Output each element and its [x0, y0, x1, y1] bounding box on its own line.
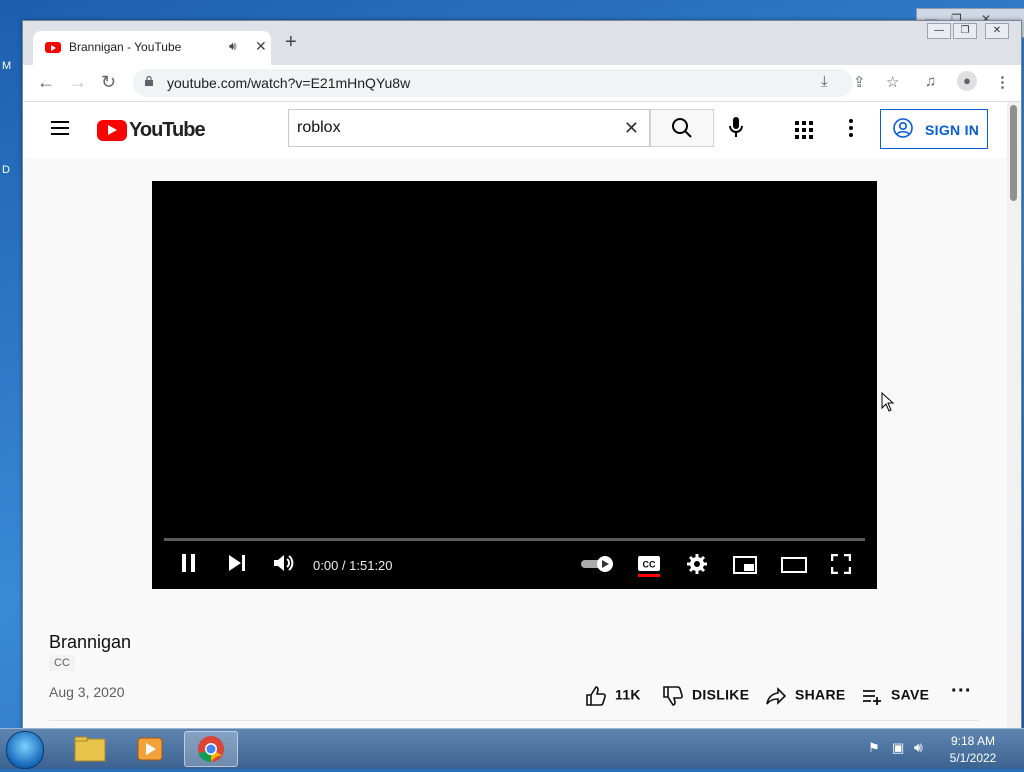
miniplayer-icon[interactable]: [733, 555, 757, 575]
share-button[interactable]: SHARE: [765, 685, 846, 707]
next-video-icon[interactable]: [227, 553, 247, 573]
search-icon: [672, 118, 692, 138]
account-icon: [893, 118, 913, 138]
like-count: 11K: [615, 686, 641, 703]
minimize-button[interactable]: —: [927, 23, 951, 39]
apps-grid-icon[interactable]: [795, 121, 813, 139]
youtube-wordmark: YouTube: [129, 119, 206, 141]
like-button[interactable]: 11K: [585, 685, 641, 707]
cc-badge: CC: [49, 655, 75, 671]
tab-strip: Brannigan - YouTube 🔊︎ ✕ + — ❐ ✕: [23, 21, 1021, 65]
url-text: youtube.com/watch?v=E21mHnQYu8w: [167, 75, 411, 91]
settings-more-icon[interactable]: [849, 119, 853, 140]
sign-in-button[interactable]: SIGN IN: [880, 109, 988, 149]
pause-icon[interactable]: [180, 553, 198, 573]
profile-icon[interactable]: ●: [957, 71, 977, 91]
browser-menu-icon[interactable]: ⋮: [995, 73, 1010, 91]
search-input[interactable]: [295, 116, 619, 140]
reload-button[interactable]: ↻: [101, 72, 116, 92]
more-actions-icon[interactable]: ···: [951, 680, 972, 703]
save-label: SAVE: [891, 686, 930, 703]
search-button[interactable]: [650, 109, 714, 147]
upload-date: Aug 3, 2020: [49, 684, 125, 700]
start-button[interactable]: [6, 731, 44, 769]
taskbar-media-player[interactable]: [124, 731, 176, 767]
share-arrow-icon: [766, 687, 787, 705]
install-icon[interactable]: ⤓: [821, 73, 828, 90]
autoplay-toggle[interactable]: [581, 556, 617, 572]
media-control-icon[interactable]: ♫: [925, 73, 936, 90]
browser-window: Brannigan - YouTube 🔊︎ ✕ + — ❐ ✕ ← → ↻ y…: [22, 20, 1022, 730]
settings-gear-icon[interactable]: [686, 553, 708, 575]
time-display: 0:00 / 1:51:20: [313, 558, 393, 573]
volume-tray-icon[interactable]: 🔊︎: [914, 739, 923, 756]
progress-bar[interactable]: [164, 538, 865, 541]
clock-time[interactable]: 9:18 AM: [938, 734, 1008, 748]
network-icon[interactable]: ▣: [892, 740, 904, 756]
scrollbar-thumb[interactable]: [1010, 105, 1017, 201]
dislike-button[interactable]: DISLIKE: [662, 685, 749, 707]
youtube-play-icon: [97, 120, 127, 141]
clear-search-icon[interactable]: ✕: [624, 118, 639, 139]
media-player-icon: [137, 737, 163, 761]
youtube-favicon-icon: [45, 42, 61, 53]
window-close-button[interactable]: ✕: [985, 23, 1009, 39]
address-toolbar: ← → ↻ youtube.com/watch?v=E21mHnQYu8w ⤓ …: [23, 65, 1021, 102]
microphone-icon[interactable]: [729, 117, 743, 139]
chrome-icon: [198, 736, 224, 763]
maximize-button[interactable]: ❐: [953, 23, 977, 39]
new-tab-button[interactable]: +: [285, 32, 297, 52]
bookmark-star-icon[interactable]: ☆: [886, 73, 899, 91]
theater-mode-icon[interactable]: [781, 556, 807, 574]
action-center-flag-icon[interactable]: ⚑: [868, 740, 880, 756]
youtube-masthead: YouTube ✕: [23, 102, 1007, 158]
search-box: ✕: [288, 109, 650, 147]
video-title: Brannigan: [49, 632, 132, 652]
video-player[interactable]: 0:00 / 1:51:20 CC: [152, 181, 877, 589]
youtube-page: YouTube ✕: [23, 102, 1021, 729]
address-bar[interactable]: youtube.com/watch?v=E21mHnQYu8w: [133, 69, 853, 97]
taskbar-chrome[interactable]: [184, 731, 238, 767]
desktop-icon-label[interactable]: M: [2, 60, 11, 72]
tab-title: Brannigan - YouTube: [69, 40, 182, 54]
system-tray: ⚑ ▣ 🔊︎ 9:18 AM 5/1/2022: [862, 729, 1024, 769]
captions-icon[interactable]: CC: [637, 555, 661, 577]
divider: [49, 720, 979, 721]
save-button[interactable]: SAVE: [861, 685, 929, 707]
folder-icon: [74, 736, 106, 762]
speaker-icon[interactable]: 🔊︎: [229, 39, 237, 54]
taskbar: ⚑ ▣ 🔊︎ 9:18 AM 5/1/2022: [0, 728, 1024, 769]
playlist-add-icon: [863, 690, 881, 705]
share-page-icon[interactable]: ⇪: [853, 73, 866, 91]
lock-icon: [145, 76, 153, 86]
share-label: SHARE: [795, 686, 846, 703]
fullscreen-icon[interactable]: [831, 554, 851, 574]
clock-date[interactable]: 5/1/2022: [938, 751, 1008, 765]
thumbs-down-icon: [663, 686, 683, 706]
svg-text:CC: CC: [643, 560, 656, 570]
dislike-label: DISLIKE: [692, 686, 750, 703]
thumbs-up-icon: [586, 686, 606, 706]
mouse-cursor-icon: [881, 392, 895, 412]
hamburger-menu-icon[interactable]: [51, 121, 69, 135]
browser-tab[interactable]: Brannigan - YouTube 🔊︎ ✕: [33, 31, 271, 65]
sign-in-label: SIGN IN: [925, 122, 980, 138]
taskbar-explorer[interactable]: [64, 731, 116, 767]
forward-button[interactable]: →: [69, 72, 87, 92]
page-scrollbar[interactable]: [1007, 102, 1021, 729]
youtube-logo[interactable]: YouTube: [97, 119, 206, 142]
back-button[interactable]: ←: [37, 72, 55, 92]
desktop-icon-label[interactable]: D: [2, 164, 10, 176]
tab-close-icon[interactable]: ✕: [255, 38, 267, 55]
volume-icon[interactable]: [273, 553, 295, 573]
